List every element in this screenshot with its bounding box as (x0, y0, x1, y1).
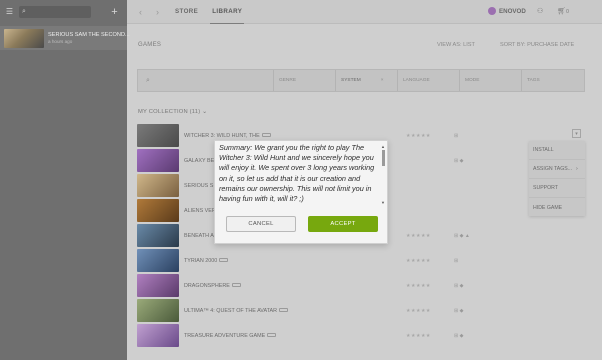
game-title: DRAGONSPHERE (184, 282, 230, 289)
cart-count: 0 (566, 9, 569, 15)
sidebar: ☰ ⌕ + SERIOUS SAM THE SECOND... a hours … (0, 0, 130, 360)
game-rating: ★★★★★ (406, 307, 431, 314)
library-heading: GAMES (138, 42, 162, 48)
game-row[interactable]: TREASURE ADVENTURE GAME ★★★★★ ⊞ ◆ (137, 323, 585, 348)
filter-language[interactable]: LANGUAGE (397, 70, 459, 91)
view-as-dropdown[interactable]: VIEW AS: LIST (437, 42, 475, 48)
scroll-up-icon[interactable]: ▲ (381, 144, 385, 149)
chevron-down-icon: ⌄ (202, 109, 208, 115)
game-platforms: ⊞ ◆ (454, 282, 464, 289)
game-title: BENEATH A (184, 232, 214, 239)
game-rating: ★★★★★ (406, 257, 431, 264)
owned-tag-icon (267, 333, 277, 338)
library-search-input[interactable]: ⌕ (138, 77, 273, 85)
owned-tag-icon (279, 308, 289, 313)
game-thumbnail (137, 224, 179, 247)
license-summary-text: Summary: We grant you the right to play … (219, 143, 375, 204)
accept-button[interactable]: ACCEPT (308, 216, 378, 232)
menu-item-support[interactable]: SUPPORT (529, 179, 585, 198)
recent-game-item[interactable]: SERIOUS SAM THE SECOND... a hours ago (0, 26, 130, 50)
game-platforms: ⊞ ◆ ▲ (454, 232, 470, 239)
recent-game-title: SERIOUS SAM THE SECOND... (48, 31, 130, 38)
game-title: SERIOUS S (184, 182, 214, 189)
game-thumbnail (137, 174, 179, 197)
menu-icon[interactable]: ☰ (5, 8, 14, 17)
scroll-down-icon[interactable]: ▼ (381, 200, 385, 205)
collection-label: MY COLLECTION (11) (138, 109, 201, 115)
game-rating: ★★★★★ (406, 232, 431, 239)
menu-item-install[interactable]: INSTALL (529, 141, 585, 160)
owned-tag-icon (219, 258, 229, 263)
nav-library[interactable]: LIBRARY (210, 0, 245, 24)
search-icon: ⌕ (146, 76, 150, 84)
game-platforms: ⊞ ◆ (454, 307, 464, 314)
sidebar-search-input[interactable]: ⌕ (19, 6, 91, 18)
game-rating: ★★★★★ (406, 332, 431, 339)
game-title: TREASURE ADVENTURE GAME (184, 332, 266, 339)
back-arrow-icon[interactable]: ‹ (139, 7, 142, 17)
game-platforms: ⊞ ◆ (454, 332, 464, 339)
game-thumbnail (137, 324, 179, 347)
top-navigation: ‹ › STORE LIBRARY ENOVOD ⚇ 🛒︎0 (127, 0, 602, 24)
game-platforms: ⊞ ◆ (454, 157, 464, 164)
forward-arrow-icon[interactable]: › (156, 7, 159, 17)
menu-item-hide-game[interactable]: HIDE GAME (529, 198, 585, 217)
game-thumbnail (137, 299, 179, 322)
game-thumbnail (137, 124, 179, 147)
avatar (488, 7, 496, 15)
owned-tag-icon (261, 133, 271, 138)
friends-icon[interactable]: ⚇ (537, 7, 543, 15)
game-thumbnail (137, 249, 179, 272)
recent-game-thumbnail (4, 28, 44, 48)
game-title: ALIENS VER (184, 207, 216, 214)
game-platforms: ⊞ (454, 257, 459, 264)
game-rating: ★★★★★ (406, 132, 431, 139)
sidebar-toolbar: ☰ ⌕ + (0, 0, 127, 24)
game-title: ULTIMA™ 4: QUEST OF THE AVATAR (184, 307, 278, 314)
game-title: GALAXY BE (184, 157, 215, 164)
nav-store[interactable]: STORE (173, 0, 200, 23)
game-title: WITCHER 3: WILD HUNT, THE (184, 132, 260, 139)
dialog-scrollbar[interactable]: ▲ ▼ (381, 144, 385, 207)
game-options-toggle[interactable]: ▾ (572, 129, 581, 138)
filter-mode[interactable]: MODE (459, 70, 521, 91)
chevron-right-icon: › (576, 166, 578, 172)
add-icon[interactable]: + (110, 6, 119, 17)
sort-by-dropdown[interactable]: SORT BY: PURCHASE DATE (500, 42, 574, 48)
filter-system-label: SYSTEM (341, 78, 361, 83)
username: ENOVOD (499, 7, 526, 15)
scrollbar-thumb[interactable] (381, 150, 385, 166)
cart-icon[interactable]: 🛒︎0 (557, 7, 569, 15)
license-dialog: Summary: We grant you the right to play … (214, 140, 388, 244)
menu-item-assign-tags[interactable]: ASSIGN TAGS... › (529, 160, 585, 179)
search-icon: ⌕ (22, 8, 26, 15)
filter-bar: ⌕ GENRE SYSTEM × LANGUAGE MODE TAGS (137, 69, 585, 92)
game-thumbnail (137, 199, 179, 222)
game-row[interactable]: ULTIMA™ 4: QUEST OF THE AVATAR ★★★★★ ⊞ ◆ (137, 298, 585, 323)
filter-system[interactable]: SYSTEM × (335, 70, 397, 91)
owned-tag-icon (231, 283, 241, 288)
filter-tags[interactable]: TAGS (521, 70, 583, 91)
close-icon[interactable]: × (381, 78, 384, 83)
game-context-menu: INSTALL ASSIGN TAGS... › SUPPORT HIDE GA… (529, 141, 585, 216)
game-title: TYRIAN 2000 (184, 257, 218, 264)
menu-item-assign-tags-label: ASSIGN TAGS... (533, 166, 573, 172)
game-row[interactable]: TYRIAN 2000 ★★★★★ ⊞ (137, 248, 585, 273)
filter-genre[interactable]: GENRE (273, 70, 335, 91)
game-platforms: ⊞ (454, 132, 459, 139)
game-row[interactable]: DRAGONSPHERE ★★★★★ ⊞ ◆ (137, 273, 585, 298)
recent-game-time: a hours ago (48, 38, 73, 44)
game-rating: ★★★★★ (406, 282, 431, 289)
game-thumbnail (137, 274, 179, 297)
game-thumbnail (137, 149, 179, 172)
cancel-button[interactable]: CANCEL (226, 216, 296, 232)
collection-header[interactable]: MY COLLECTION (11) ⌄ (138, 109, 207, 115)
user-menu[interactable]: ENOVOD (488, 7, 526, 15)
